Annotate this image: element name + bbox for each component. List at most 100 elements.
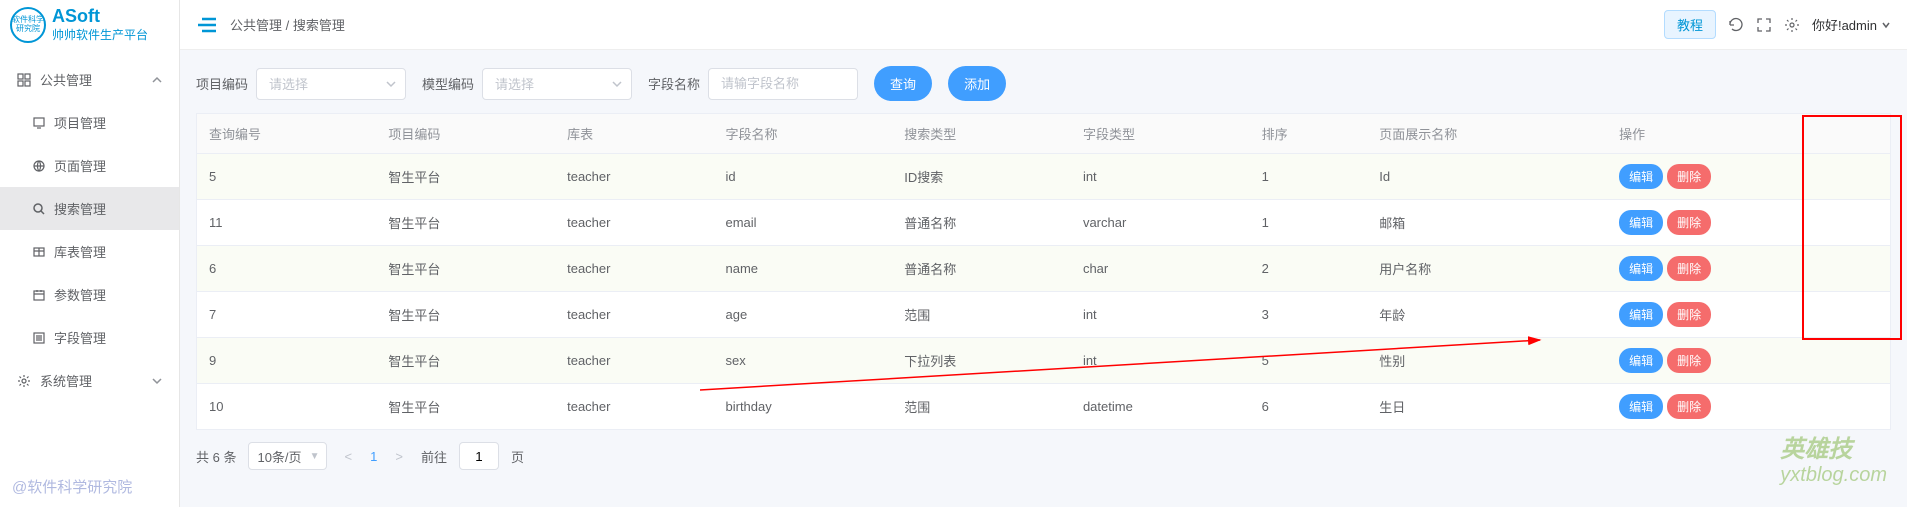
filter-field-label: 字段名称 bbox=[648, 74, 700, 93]
search-button[interactable]: 查询 bbox=[874, 66, 932, 101]
pagination-next[interactable]: > bbox=[389, 449, 409, 464]
filter-project-label: 项目编码 bbox=[196, 74, 248, 93]
grid-icon bbox=[16, 72, 32, 88]
filter-model-select[interactable]: 请选择 bbox=[482, 68, 632, 100]
fullscreen-icon[interactable] bbox=[1756, 17, 1772, 33]
table-icon bbox=[32, 245, 46, 259]
table-header: 页面展示名称 bbox=[1367, 114, 1607, 154]
table-header: 项目编码 bbox=[376, 114, 555, 154]
table-row: 11智生平台teacheremail普通名称varchar1邮箱编辑删除 bbox=[197, 200, 1891, 246]
pagination-prev[interactable]: < bbox=[339, 449, 359, 464]
table-cell: 下拉列表 bbox=[892, 338, 1071, 384]
table-cell: Id bbox=[1367, 154, 1607, 200]
menu-item-project[interactable]: 项目管理 bbox=[0, 101, 179, 144]
breadcrumb-current: 搜索管理 bbox=[293, 18, 345, 33]
refresh-icon[interactable] bbox=[1728, 17, 1744, 33]
table-cell: datetime bbox=[1071, 384, 1250, 430]
edit-button[interactable]: 编辑 bbox=[1619, 256, 1663, 281]
menu-item-search[interactable]: 搜索管理 bbox=[0, 187, 179, 230]
menu-item-table[interactable]: 库表管理 bbox=[0, 230, 179, 273]
table-cell: 普通名称 bbox=[892, 246, 1071, 292]
edit-button[interactable]: 编辑 bbox=[1619, 394, 1663, 419]
table-cell: teacher bbox=[555, 384, 713, 430]
table-cell: 1 bbox=[1250, 154, 1368, 200]
table-cell-ops: 编辑删除 bbox=[1607, 154, 1890, 200]
gear-icon bbox=[16, 373, 32, 389]
logo: 软件科学研究院 ASoft 帅帅软件生产平台 bbox=[0, 0, 179, 50]
breadcrumb: 公共管理 / 搜索管理 bbox=[230, 15, 345, 34]
table-cell: 11 bbox=[197, 200, 377, 246]
menu-group-label: 系统管理 bbox=[40, 371, 92, 390]
table-cell: 6 bbox=[1250, 384, 1368, 430]
table-cell: 7 bbox=[197, 292, 377, 338]
table-header: 操作 bbox=[1607, 114, 1890, 154]
table-cell: ID搜索 bbox=[892, 154, 1071, 200]
select-placeholder: 请选择 bbox=[495, 74, 534, 93]
pagination-current[interactable]: 1 bbox=[370, 449, 377, 464]
table-cell: 范围 bbox=[892, 384, 1071, 430]
table-cell: sex bbox=[714, 338, 893, 384]
pagination-pagesize-select[interactable]: 10条/页 ▼ bbox=[248, 442, 326, 470]
table-cell: 2 bbox=[1250, 246, 1368, 292]
logo-badge: 软件科学研究院 bbox=[10, 7, 46, 43]
table-cell-ops: 编辑删除 bbox=[1607, 292, 1890, 338]
user-label: 你好!admin bbox=[1812, 15, 1877, 34]
table-cell: 年龄 bbox=[1367, 292, 1607, 338]
delete-button[interactable]: 删除 bbox=[1667, 164, 1711, 189]
filter-field-input[interactable] bbox=[708, 68, 858, 100]
edit-button[interactable]: 编辑 bbox=[1619, 348, 1663, 373]
settings-icon[interactable] bbox=[1784, 17, 1800, 33]
menu-item-label: 库表管理 bbox=[54, 242, 106, 261]
tutorial-button[interactable]: 教程 bbox=[1664, 10, 1716, 39]
table-cell: 5 bbox=[1250, 338, 1368, 384]
device-icon bbox=[32, 116, 46, 130]
table-cell: int bbox=[1071, 154, 1250, 200]
edit-button[interactable]: 编辑 bbox=[1619, 210, 1663, 235]
user-menu[interactable]: 你好!admin bbox=[1812, 15, 1891, 34]
menu-item-page[interactable]: 页面管理 bbox=[0, 144, 179, 187]
table-row: 6智生平台teachername普通名称char2用户名称编辑删除 bbox=[197, 246, 1891, 292]
table-cell: 智生平台 bbox=[376, 200, 555, 246]
delete-button[interactable]: 删除 bbox=[1667, 302, 1711, 327]
table-cell: age bbox=[714, 292, 893, 338]
table-cell: int bbox=[1071, 338, 1250, 384]
table-cell: 智生平台 bbox=[376, 292, 555, 338]
add-button[interactable]: 添加 bbox=[948, 66, 1006, 101]
menu-item-label: 页面管理 bbox=[54, 156, 106, 175]
sidebar: 软件科学研究院 ASoft 帅帅软件生产平台 公共管理 项目管理 bbox=[0, 0, 180, 507]
chevron-down-icon bbox=[611, 78, 623, 90]
edit-button[interactable]: 编辑 bbox=[1619, 164, 1663, 189]
logo-subtitle: 帅帅软件生产平台 bbox=[52, 26, 148, 43]
delete-button[interactable]: 删除 bbox=[1667, 256, 1711, 281]
select-placeholder: 请选择 bbox=[269, 74, 308, 93]
menu-item-label: 参数管理 bbox=[54, 285, 106, 304]
menu-item-label: 项目管理 bbox=[54, 113, 106, 132]
menu-group-system[interactable]: 系统管理 bbox=[0, 359, 179, 402]
chevron-down-icon bbox=[1881, 20, 1891, 30]
collapse-sidebar-icon[interactable] bbox=[196, 16, 218, 34]
menu-item-fields[interactable]: 字段管理 bbox=[0, 316, 179, 359]
table-cell: varchar bbox=[1071, 200, 1250, 246]
breadcrumb-parent[interactable]: 公共管理 bbox=[230, 18, 282, 33]
delete-button[interactable]: 删除 bbox=[1667, 348, 1711, 373]
edit-button[interactable]: 编辑 bbox=[1619, 302, 1663, 327]
table-header: 字段名称 bbox=[714, 114, 893, 154]
pagination-goto-input[interactable] bbox=[459, 442, 499, 470]
menu-group-label: 公共管理 bbox=[40, 70, 92, 89]
page-icon bbox=[32, 159, 46, 173]
table-header: 搜索类型 bbox=[892, 114, 1071, 154]
list-icon bbox=[32, 331, 46, 345]
table-cell: teacher bbox=[555, 338, 713, 384]
table-cell-ops: 编辑删除 bbox=[1607, 338, 1890, 384]
delete-button[interactable]: 删除 bbox=[1667, 394, 1711, 419]
table-cell-ops: 编辑删除 bbox=[1607, 200, 1890, 246]
menu-item-params[interactable]: 参数管理 bbox=[0, 273, 179, 316]
logo-title: ASoft bbox=[52, 7, 148, 27]
filter-project-select[interactable]: 请选择 bbox=[256, 68, 406, 100]
table-cell: 智生平台 bbox=[376, 154, 555, 200]
menu-group-public[interactable]: 公共管理 bbox=[0, 58, 179, 101]
table-cell: birthday bbox=[714, 384, 893, 430]
search-icon bbox=[32, 202, 46, 216]
delete-button[interactable]: 删除 bbox=[1667, 210, 1711, 235]
table-cell: int bbox=[1071, 292, 1250, 338]
